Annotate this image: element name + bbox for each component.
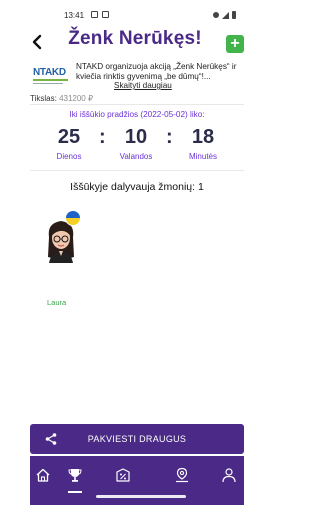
status-notification-icons	[91, 11, 109, 18]
organizer-logo-text: NTAKD	[33, 67, 66, 78]
participant-name[interactable]: Laura	[47, 298, 66, 307]
trophy-icon	[68, 469, 82, 482]
back-button[interactable]	[29, 30, 45, 54]
tab-discounts[interactable]	[112, 464, 134, 486]
countdown-hours: 10	[124, 126, 148, 148]
tab-profile[interactable]	[218, 464, 240, 486]
target-value: 431200 ₽	[59, 94, 94, 103]
status-time: 13:41	[64, 11, 85, 20]
status-bar: 13:41	[0, 0, 244, 24]
target-row: Tikslas: 431200 ₽	[30, 94, 93, 103]
invite-friends-button[interactable]: PAKVIESTI DRAUGUS	[30, 424, 244, 454]
organizer-logo: NTAKD	[33, 67, 68, 89]
countdown-separator: :	[99, 126, 106, 148]
tab-map[interactable]	[171, 464, 193, 486]
countdown-separator: :	[166, 126, 173, 148]
home-indicator[interactable]	[96, 495, 186, 498]
add-button[interactable]: +	[226, 35, 244, 53]
countdown-minutes-label: Minutės	[188, 152, 217, 161]
signal-icon	[222, 11, 229, 19]
divider	[30, 170, 244, 171]
target-label: Tikslas:	[30, 94, 57, 103]
tab-home[interactable]	[32, 464, 54, 486]
notification-icon	[91, 11, 98, 18]
arrow-left-icon	[32, 34, 42, 50]
alarm-icon	[213, 12, 219, 18]
status-system-icons	[213, 11, 236, 19]
page-title: Ženk Nerūkęs!	[68, 28, 202, 49]
battery-icon	[232, 11, 236, 19]
participant-avatar[interactable]	[43, 210, 87, 265]
read-more-link[interactable]: Skaityti daugiau	[114, 81, 172, 90]
tab-challenges[interactable]	[64, 464, 86, 486]
image-icon	[102, 11, 109, 18]
countdown-days: 25	[57, 126, 81, 148]
countdown-hours-label: Valandos	[119, 152, 153, 161]
home-icon	[36, 468, 50, 482]
ukraine-flag-icon	[65, 210, 81, 226]
participants-heading: Iššūkyje dalyvauja žmonių: 1	[70, 181, 204, 193]
location-icon	[176, 467, 188, 483]
countdown-days-label: Dienos	[56, 152, 82, 161]
challenge-description: NTAKD organizuoja akciją „Ženk Nerūkęs“ …	[76, 62, 237, 82]
countdown-minutes: 18	[191, 126, 215, 148]
percent-icon	[116, 468, 130, 482]
invite-friends-label: PAKVIESTI DRAUGUS	[87, 434, 187, 444]
countdown-label: Iki iššūkio pradžios (2022-05-02) liko:	[69, 110, 205, 119]
active-tab-indicator	[68, 491, 82, 493]
divider	[30, 104, 244, 105]
user-icon	[222, 468, 236, 483]
